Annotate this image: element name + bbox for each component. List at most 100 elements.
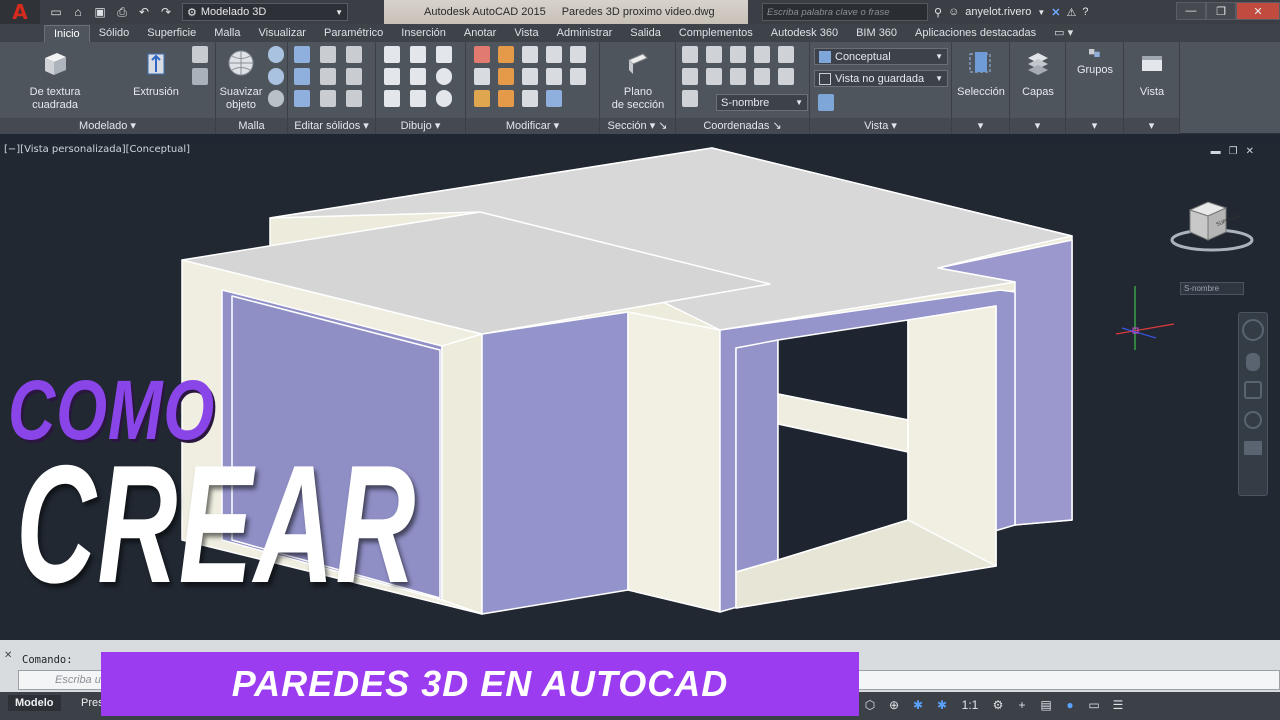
- tab-inicio[interactable]: Inicio: [44, 25, 90, 42]
- line-icon[interactable]: [410, 68, 426, 85]
- offset-icon[interactable]: [570, 46, 586, 63]
- arc-icon[interactable]: [436, 46, 452, 63]
- rotate-icon[interactable]: [522, 68, 538, 85]
- gear-icon[interactable]: ⚙: [990, 697, 1006, 713]
- polysolid-icon[interactable]: [192, 68, 208, 85]
- shell-icon[interactable]: [320, 90, 336, 107]
- polyline-icon[interactable]: [384, 46, 400, 63]
- view-button[interactable]: Vista: [1124, 48, 1180, 99]
- array-icon[interactable]: [522, 90, 538, 107]
- viewport-config-icon[interactable]: [818, 94, 834, 111]
- app-menu-button[interactable]: A: [0, 0, 40, 24]
- polygon-icon[interactable]: [384, 90, 400, 107]
- box-button[interactable]: De textura cuadrada: [8, 48, 102, 112]
- separate-icon[interactable]: [320, 68, 336, 85]
- ucs-face-icon[interactable]: [754, 68, 770, 85]
- panel-editar-label[interactable]: Editar sólidos ▾: [288, 118, 375, 134]
- tab-modelo[interactable]: Modelo: [8, 695, 61, 711]
- scale-icon[interactable]: [546, 68, 562, 85]
- ucs-object-icon[interactable]: [778, 46, 794, 63]
- region-icon[interactable]: [410, 90, 426, 107]
- ucs-previous-icon[interactable]: [778, 68, 794, 85]
- section-plane-button[interactable]: Plano de sección: [604, 48, 672, 112]
- zoom-extents-icon[interactable]: [1244, 381, 1262, 399]
- search-input[interactable]: Escriba palabra clave o frase: [762, 3, 928, 21]
- workspace-select[interactable]: ⚙ Modelado 3D ▼: [182, 3, 348, 21]
- orbit-icon[interactable]: [1244, 411, 1262, 429]
- ribbon-minimize-icon[interactable]: ▭ ▾: [1045, 25, 1082, 42]
- visual-style-combo[interactable]: Conceptual ▼: [814, 48, 948, 65]
- circle-icon[interactable]: [436, 68, 452, 85]
- pan-icon[interactable]: [1246, 353, 1260, 371]
- fillet-icon[interactable]: [474, 68, 490, 85]
- align-3d-icon[interactable]: [498, 90, 514, 107]
- rectangle-icon[interactable]: [410, 46, 426, 63]
- help-icon[interactable]: ?: [1082, 6, 1088, 18]
- ucs-dynamic-icon[interactable]: ⊕: [886, 697, 902, 713]
- minimize-icon[interactable]: —: [1176, 2, 1206, 20]
- panel-malla-label[interactable]: Malla: [216, 118, 287, 134]
- annotation-visibility-icon[interactable]: ✱: [910, 697, 926, 713]
- tab-aplicaciones-destacadas[interactable]: Aplicaciones destacadas: [906, 25, 1045, 42]
- panel-coordenadas-label[interactable]: Coordenadas ↘: [676, 118, 809, 134]
- subtract-icon[interactable]: [294, 68, 310, 85]
- steering-wheel-icon[interactable]: [1242, 319, 1264, 341]
- tab-sólido[interactable]: Sólido: [90, 25, 139, 42]
- ucs-manager-icon[interactable]: [682, 90, 698, 107]
- tab-autodesk-360[interactable]: Autodesk 360: [762, 25, 847, 42]
- extract-edges-icon[interactable]: [320, 46, 336, 63]
- undo-icon[interactable]: ↶: [134, 3, 154, 21]
- ucs-icon[interactable]: [682, 46, 698, 63]
- fillet-edge-icon[interactable]: [346, 68, 362, 85]
- tab-anotar[interactable]: Anotar: [455, 25, 505, 42]
- tab-visualizar[interactable]: Visualizar: [249, 25, 315, 42]
- mesh-smooth-less-icon[interactable]: [268, 68, 284, 85]
- spline-icon[interactable]: [384, 68, 400, 85]
- tab-bim-360[interactable]: BIM 360: [847, 25, 906, 42]
- restore-icon[interactable]: ❐: [1206, 2, 1236, 20]
- mirror-3d-icon[interactable]: [498, 68, 514, 85]
- command-close-icon[interactable]: ✕: [4, 650, 16, 688]
- union-icon[interactable]: [294, 46, 310, 63]
- mesh-smooth-more-icon[interactable]: [268, 46, 284, 63]
- extrude-faces-icon[interactable]: [346, 46, 362, 63]
- panel-modelado-label[interactable]: Modelado ▾: [0, 118, 215, 134]
- panel-vista-label[interactable]: Vista ▾: [810, 118, 951, 134]
- new-file-icon[interactable]: ▭: [46, 3, 66, 21]
- redo-icon[interactable]: ↷: [156, 3, 176, 21]
- ucs-x-icon[interactable]: [730, 46, 746, 63]
- erase-icon[interactable]: [474, 90, 490, 107]
- ucs-world-icon[interactable]: [706, 46, 722, 63]
- ucs-name-combo[interactable]: S-nombre ▼: [716, 94, 808, 111]
- smooth-object-button[interactable]: Suavizar objeto: [218, 48, 264, 112]
- ucs-origin-icon[interactable]: [706, 68, 722, 85]
- tab-complementos[interactable]: Complementos: [670, 25, 762, 42]
- user-menu[interactable]: ⚲ ☺ anyelot.rivero ▼ ✕ ⚠ ?: [934, 0, 1088, 24]
- scale-value[interactable]: 1:1: [958, 697, 982, 713]
- tab-superficie[interactable]: Superficie: [138, 25, 205, 42]
- tab-paramétrico[interactable]: Paramétrico: [315, 25, 392, 42]
- stretch-icon[interactable]: [570, 68, 586, 85]
- open-file-icon[interactable]: ⌂: [68, 3, 88, 21]
- tab-salida[interactable]: Salida: [621, 25, 670, 42]
- showmotion-icon[interactable]: [1244, 441, 1262, 455]
- ucs-3point-icon[interactable]: [754, 46, 770, 63]
- save-icon[interactable]: ▣: [90, 3, 110, 21]
- panel-vista2-expand[interactable]: ▾: [1124, 118, 1179, 134]
- viewcube-icon[interactable]: SUPERIOR: [1164, 198, 1260, 258]
- selection-button[interactable]: Selección: [952, 48, 1010, 99]
- move-icon[interactable]: [522, 46, 538, 63]
- tab-administrar[interactable]: Administrar: [548, 25, 622, 42]
- tab-malla[interactable]: Malla: [205, 25, 249, 42]
- extrude-button[interactable]: Extrusión: [128, 48, 184, 99]
- slice-icon[interactable]: [346, 90, 362, 107]
- close-icon[interactable]: ✕: [1236, 2, 1280, 20]
- panel-dibujo-label[interactable]: Dibujo ▾: [376, 118, 465, 134]
- panel-seccion-label[interactable]: Sección ▾ ↘: [600, 118, 675, 134]
- binoculars-icon[interactable]: ⚲: [934, 6, 942, 19]
- plot-icon[interactable]: ⎙: [112, 3, 132, 21]
- clean-screen-icon[interactable]: ▭: [1086, 697, 1102, 713]
- plus-icon[interactable]: +: [1014, 697, 1030, 713]
- rotate-3d-icon[interactable]: [498, 46, 514, 63]
- explode-icon[interactable]: [546, 90, 562, 107]
